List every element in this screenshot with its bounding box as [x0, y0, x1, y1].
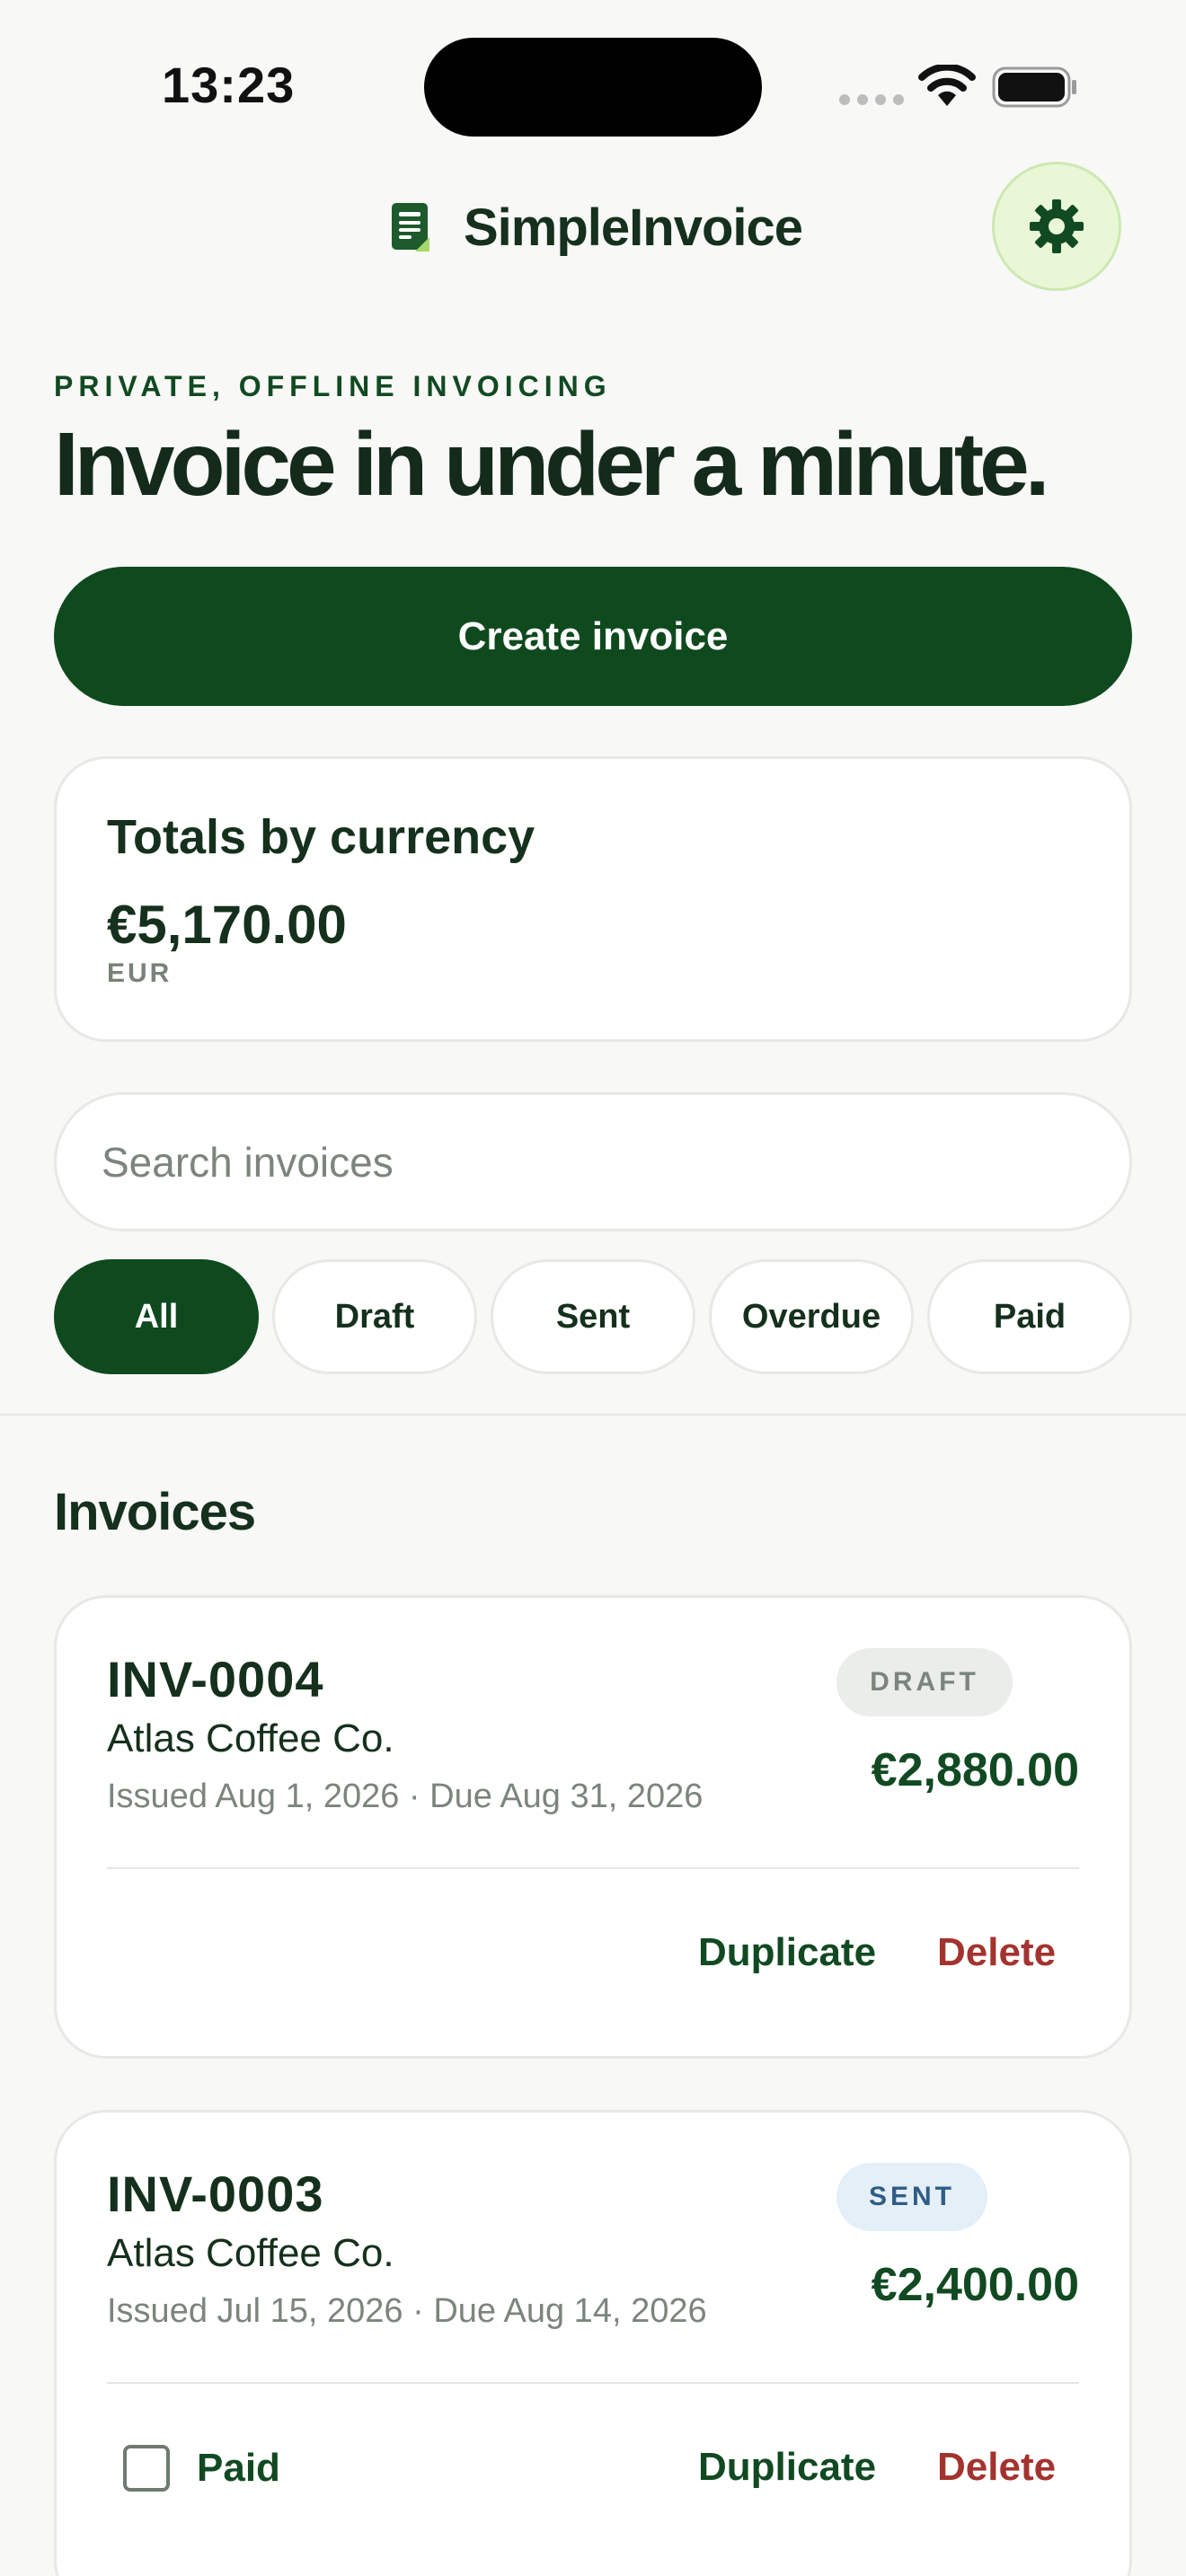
app-name: SimpleInvoice [464, 198, 803, 257]
battery-icon [992, 66, 1076, 108]
filter-chip-overdue[interactable]: Overdue [709, 1259, 914, 1374]
hero-title: Invoice in under a minute. [54, 414, 1050, 515]
totals-amount: €5,170.00 [107, 895, 347, 955]
totals-card: Totals by currency €5,170.00 EUR [54, 756, 1132, 1042]
wifi-icon [918, 65, 976, 106]
app-brand: SimpleInvoice [388, 198, 803, 258]
paid-checkbox-label: Paid [197, 2446, 280, 2490]
totals-currency-code: EUR [107, 958, 173, 988]
invoice-client: Atlas Coffee Co. [107, 1716, 394, 1760]
hero-eyebrow: PRIVATE, OFFLINE INVOICING [54, 370, 612, 402]
card-divider [107, 2382, 1079, 2384]
invoice-card[interactable]: INV-0003 Atlas Coffee Co. Issued Jul 15,… [54, 2110, 1132, 2576]
status-time: 13:23 [162, 57, 296, 113]
filter-chip-all[interactable]: All [54, 1259, 259, 1374]
invoice-dates: Issued Jul 15, 2026 · Due Aug 14, 2026 [107, 2292, 707, 2330]
app-screen: 13:23 SimpleInvoice PRIVATE, OFFLINE INV… [0, 0, 1186, 2576]
section-divider [0, 1414, 1186, 1416]
invoice-amount: €2,400.00 [871, 2259, 1079, 2311]
duplicate-button[interactable]: Duplicate [698, 2445, 876, 2490]
dynamic-island [424, 38, 762, 137]
invoice-card[interactable]: INV-0004 Atlas Coffee Co. Issued Aug 1, … [54, 1595, 1132, 2059]
mark-paid-toggle[interactable]: Paid [123, 2445, 280, 2492]
invoice-number: INV-0003 [107, 2166, 324, 2222]
status-filter-chips: All Draft Sent Overdue Paid [54, 1259, 1132, 1374]
invoice-client: Atlas Coffee Co. [107, 2231, 394, 2275]
create-invoice-button[interactable]: Create invoice [54, 567, 1132, 706]
filter-chip-draft[interactable]: Draft [272, 1259, 477, 1374]
paid-checkbox[interactable] [123, 2445, 170, 2492]
delete-button[interactable]: Delete [937, 1930, 1056, 1975]
duplicate-button[interactable]: Duplicate [698, 1930, 876, 1975]
invoice-amount: €2,880.00 [871, 1744, 1079, 1796]
filter-chip-paid[interactable]: Paid [927, 1259, 1132, 1374]
invoice-dates: Issued Aug 1, 2026 · Due Aug 31, 2026 [107, 1778, 704, 1815]
status-badge: SENT [836, 2163, 987, 2231]
delete-button[interactable]: Delete [937, 2445, 1056, 2490]
search-input[interactable] [54, 1092, 1132, 1231]
filter-chip-sent[interactable]: Sent [491, 1259, 695, 1374]
invoice-number: INV-0004 [107, 1651, 324, 1707]
gear-icon [1030, 199, 1084, 253]
card-divider [107, 1867, 1079, 1869]
invoices-section-title: Invoices [54, 1483, 256, 1541]
totals-title: Totals by currency [107, 810, 535, 864]
invoice-doc-icon [392, 202, 429, 251]
settings-button[interactable] [992, 162, 1121, 291]
cellular-signal-icon [839, 94, 904, 105]
status-badge: DRAFT [836, 1648, 1013, 1716]
